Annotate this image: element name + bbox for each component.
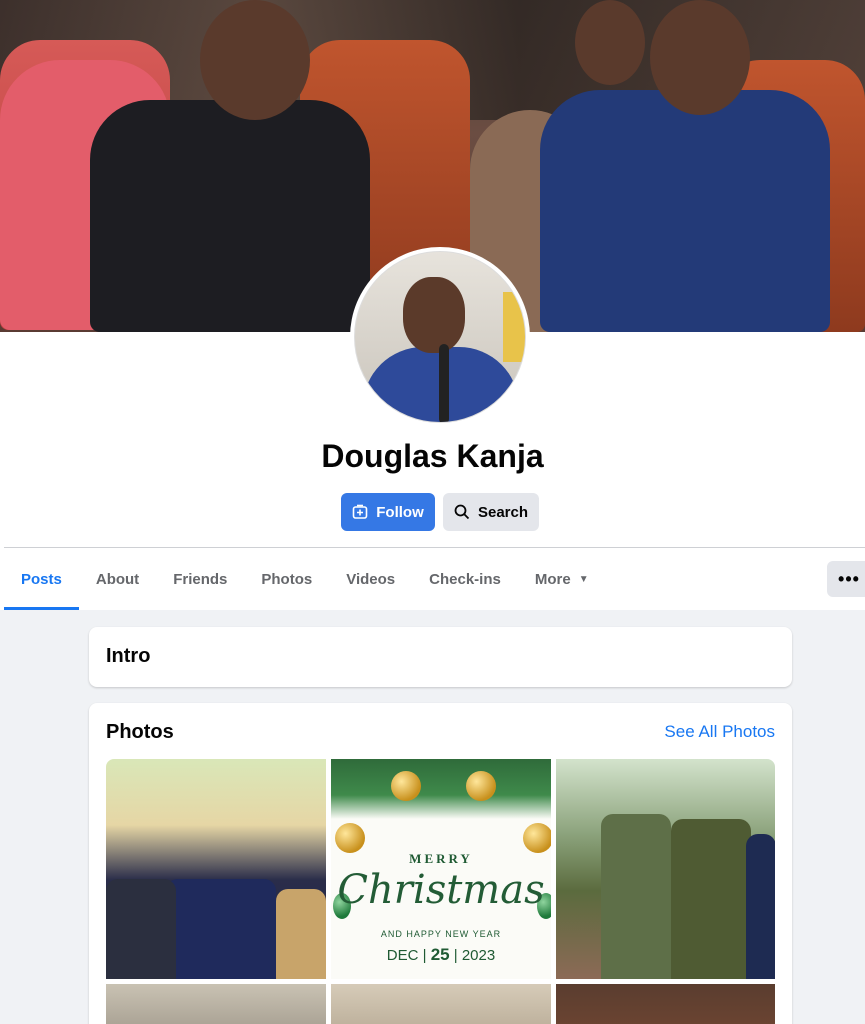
date-month: DEC bbox=[386, 947, 419, 964]
tab-label: Posts bbox=[21, 570, 62, 588]
photos-card: Photos See All Photos MERRY Christmas AN… bbox=[89, 703, 792, 1024]
photo-figure bbox=[276, 889, 326, 979]
photo-thumbnail[interactable] bbox=[556, 984, 775, 1024]
avatar-background-accent bbox=[503, 292, 525, 362]
profile-tabs: Posts About Friends Photos Videos Check-… bbox=[4, 548, 606, 610]
tab-videos[interactable]: Videos bbox=[329, 548, 412, 610]
tab-label: Photos bbox=[261, 570, 313, 588]
tab-friends[interactable]: Friends bbox=[156, 548, 244, 610]
tab-label: About bbox=[95, 570, 140, 588]
photo-figure bbox=[601, 814, 671, 979]
avatar-microphone bbox=[439, 344, 449, 422]
intro-card: Intro bbox=[89, 627, 792, 687]
photos-title: Photos bbox=[106, 721, 174, 743]
cover-head bbox=[200, 0, 310, 120]
see-all-photos-link[interactable]: See All Photos bbox=[664, 722, 775, 742]
profile-picture[interactable] bbox=[350, 247, 530, 427]
cover-head bbox=[650, 0, 750, 115]
follow-button[interactable]: Follow bbox=[341, 493, 435, 531]
photo-thumbnail[interactable] bbox=[331, 984, 551, 1024]
photo-figure bbox=[166, 879, 276, 979]
ornament-icon bbox=[466, 771, 496, 801]
date-day: 25 bbox=[430, 945, 450, 964]
tab-about[interactable]: About bbox=[79, 548, 156, 610]
avatar bbox=[354, 251, 526, 423]
photo-thumbnail[interactable]: MERRY Christmas AND HAPPY NEW YEAR DEC |… bbox=[331, 759, 551, 979]
greeting-date: DEC | 25 | 2023 bbox=[386, 945, 496, 964]
date-year: 2023 bbox=[461, 947, 496, 964]
greeting-line2: Christmas bbox=[337, 867, 545, 913]
tab-more[interactable]: More ▼ bbox=[518, 548, 606, 610]
photo-figure bbox=[671, 819, 751, 979]
tab-posts[interactable]: Posts bbox=[4, 548, 79, 610]
tab-label: Videos bbox=[346, 570, 396, 588]
photo-thumbnail[interactable] bbox=[106, 984, 326, 1024]
ornament-icon bbox=[335, 823, 365, 853]
tab-label: More bbox=[534, 570, 571, 588]
cover-person bbox=[540, 90, 830, 332]
tab-check-ins[interactable]: Check-ins bbox=[412, 548, 518, 610]
search-button[interactable]: Search bbox=[443, 493, 539, 531]
follow-icon bbox=[352, 504, 368, 520]
greeting-line1: MERRY bbox=[409, 851, 473, 866]
search-icon bbox=[454, 504, 470, 520]
photo-thumbnail[interactable] bbox=[106, 759, 326, 979]
profile-name: Douglas Kanja bbox=[321, 438, 544, 474]
tab-label: Check-ins bbox=[429, 570, 501, 588]
avatar-face bbox=[403, 277, 465, 353]
more-horizontal-icon: ••• bbox=[838, 568, 860, 589]
photo-figure bbox=[746, 834, 775, 979]
tab-label: Friends bbox=[173, 570, 228, 588]
ornament-icon bbox=[391, 771, 421, 801]
garland-decoration bbox=[331, 759, 551, 819]
cover-head bbox=[575, 0, 645, 85]
photo-grid: MERRY Christmas AND HAPPY NEW YEAR DEC |… bbox=[106, 759, 775, 1024]
follow-label: Follow bbox=[376, 503, 424, 521]
search-label: Search bbox=[477, 503, 529, 521]
ornament-icon bbox=[523, 823, 551, 853]
more-options-button[interactable]: ••• bbox=[827, 561, 865, 597]
cover-person bbox=[90, 100, 370, 332]
caret-down-icon: ▼ bbox=[578, 573, 589, 585]
photo-figure bbox=[106, 879, 176, 979]
photo-thumbnail[interactable] bbox=[556, 759, 775, 979]
intro-title: Intro bbox=[106, 645, 151, 667]
greeting-line3: AND HAPPY NEW YEAR bbox=[380, 929, 502, 939]
tab-photos[interactable]: Photos bbox=[244, 548, 329, 610]
